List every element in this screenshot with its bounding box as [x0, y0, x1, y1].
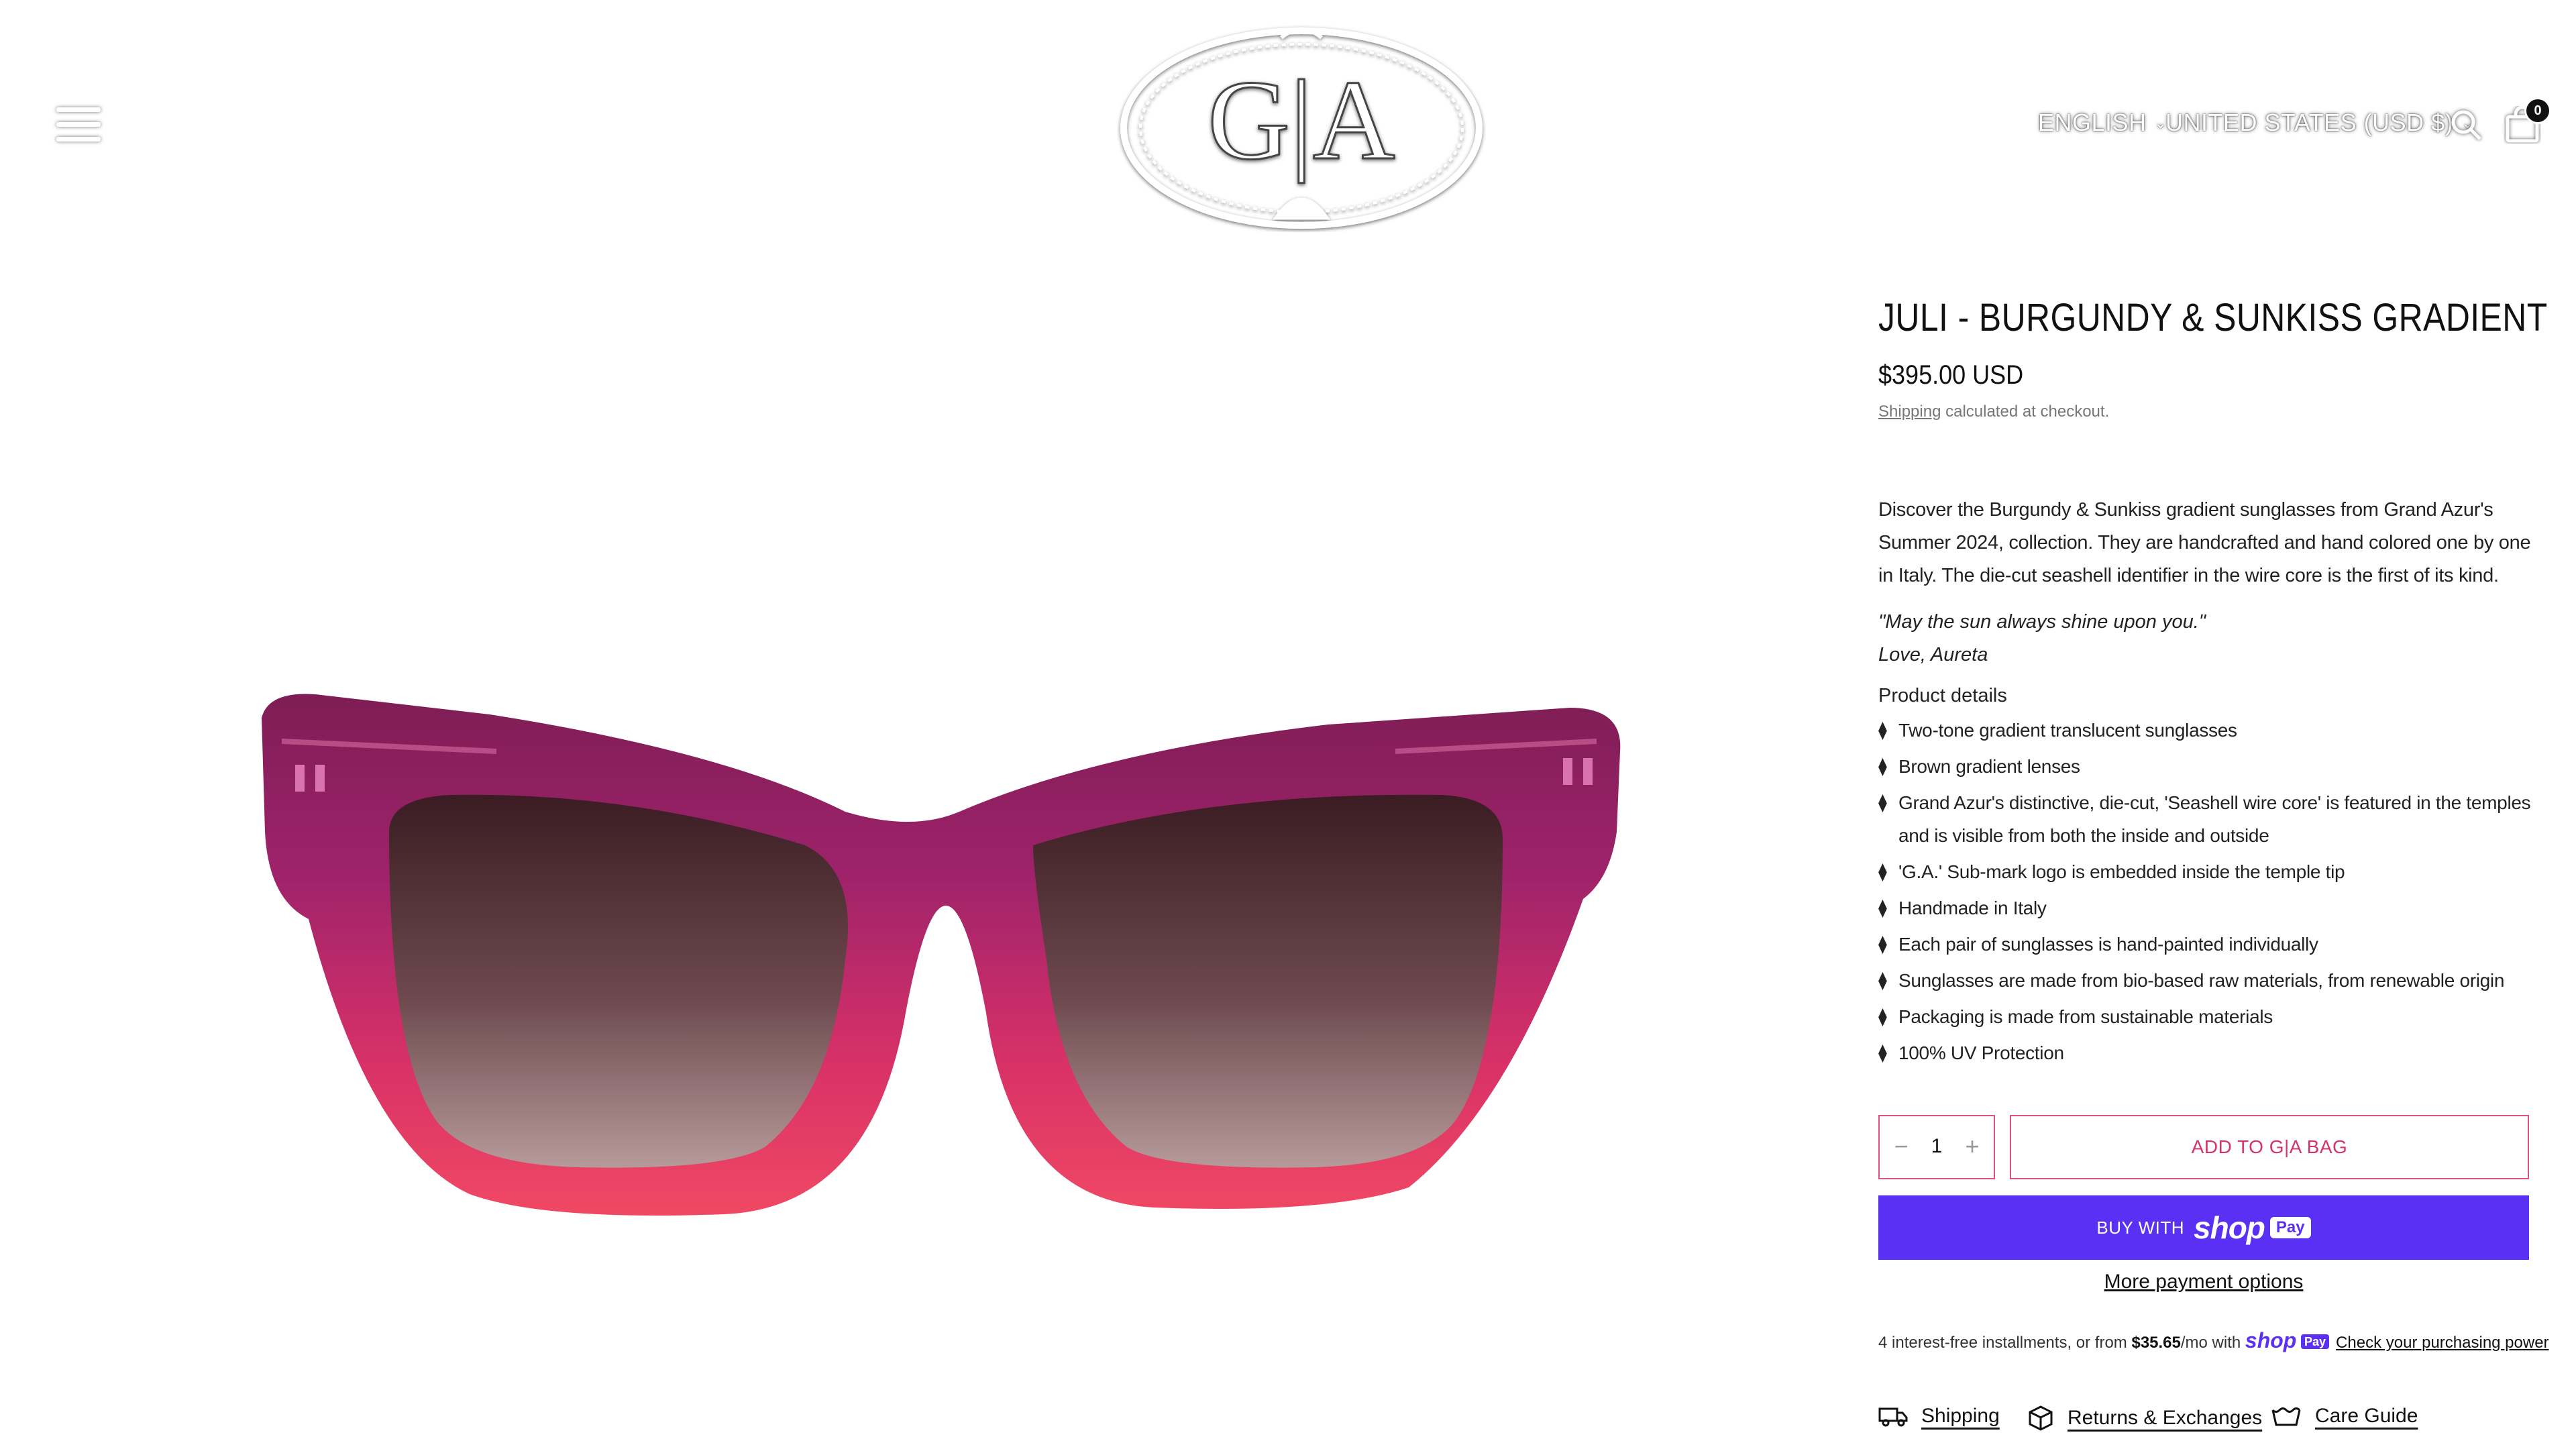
details-item: ⧫ Handmade in Italy	[1878, 892, 2536, 924]
more-payment-options: More payment options	[1878, 1271, 2529, 1293]
diamond-bullet-icon: ⧫	[1878, 792, 1887, 812]
details-item-text: 'G.A.' Sub-mark logo is embedded inside …	[1898, 861, 2345, 882]
details-item-text: Two-tone gradient translucent sunglasses	[1898, 720, 2237, 741]
product-title: JULI - BURGUNDY & SUNKISS GRADIENT	[1878, 296, 2548, 339]
diamond-bullet-icon: ⧫	[1878, 861, 1887, 881]
details-item: ⧫ Each pair of sunglasses is hand-painted…	[1878, 928, 2536, 961]
search-icon[interactable]	[2449, 107, 2483, 142]
left-lens	[389, 794, 848, 1168]
product-quote: "May the sun always shine upon you."	[1878, 611, 2206, 633]
diamond-bullet-icon: ⧫	[1878, 970, 1887, 990]
details-item: ⧫ Brown gradient lenses	[1878, 750, 2536, 783]
details-item-text: Handmade in Italy	[1898, 898, 2047, 918]
diamond-bullet-icon: ⧫	[1878, 756, 1887, 776]
details-item: ⧫ Two-tone gradient translucent sunglasse…	[1878, 714, 2536, 747]
details-item-text: 100% UV Protection	[1898, 1042, 2064, 1063]
installments-amount: $35.65	[2131, 1334, 2181, 1352]
details-item: ⧫ 'G.A.' Sub-mark logo is embedded inside…	[1878, 855, 2536, 888]
shop-pay-logo: shop	[2245, 1328, 2297, 1352]
installments-prefix: 4 interest-free installments, or from	[1878, 1334, 2132, 1352]
details-item-text: Brown gradient lenses	[1898, 756, 2080, 777]
hamburger-icon[interactable]	[56, 106, 103, 144]
pay-badge: Pay	[2269, 1217, 2311, 1238]
care-guide-link[interactable]: Care Guide	[2271, 1405, 2418, 1428]
language-label: ENGLISH	[2038, 109, 2147, 136]
product-price: $395.00 USD	[1878, 360, 2024, 390]
shipping-link-label: Shipping	[1921, 1405, 2000, 1427]
shipping-note-text: calculated at checkout.	[1941, 402, 2110, 421]
buy-with-label: BUY WITH	[2096, 1217, 2185, 1238]
brand-logo[interactable]: G|A	[1114, 17, 1489, 232]
details-item: ⧫ Grand Azur's distinctive, die-cut, 'Sea…	[1878, 786, 2536, 852]
logo-text: G|A	[1208, 57, 1395, 183]
shop-logo: shop	[2194, 1210, 2265, 1245]
product-image[interactable]	[255, 678, 1637, 1234]
diamond-bullet-icon: ⧫	[1878, 898, 1887, 918]
product-description: Discover the Burgundy & Sunkiss gradient…	[1878, 499, 2531, 586]
installments-suffix: /mo with	[2180, 1334, 2245, 1352]
shop-pay-badge: Pay	[2301, 1334, 2330, 1349]
shipping-info-link[interactable]: Shipping	[1878, 1405, 2000, 1428]
cart-count-badge: 0	[2526, 99, 2549, 122]
right-lens	[1033, 794, 1503, 1168]
quantity-input[interactable]: 1	[1920, 1135, 1953, 1158]
details-item-text: Each pair of sunglasses is hand-painted …	[1898, 934, 2318, 955]
quantity-decrease-button[interactable]: −	[1888, 1132, 1915, 1161]
add-to-bag-button[interactable]: ADD TO G|A BAG	[2010, 1115, 2529, 1179]
country-label: UNITED STATES (USD $)	[2165, 109, 2454, 136]
details-item-text: Packaging is made from sustainable mater…	[1898, 1006, 2273, 1027]
returns-link[interactable]: Returns & Exchanges	[2027, 1405, 2262, 1432]
details-item-text: Grand Azur's distinctive, die-cut, 'Seas…	[1898, 792, 2531, 846]
language-selector[interactable]: ENGLISH ⌄	[2038, 109, 2167, 137]
diamond-bullet-icon: ⧫	[1878, 720, 1887, 740]
product-signoff: Love, Aureta	[1878, 644, 1988, 665]
details-item-text: Sunglasses are made from bio-based raw m…	[1898, 970, 2505, 991]
shipping-link[interactable]: Shipping	[1878, 402, 1941, 421]
check-purchasing-power-link[interactable]: Check your purchasing power	[2336, 1334, 2549, 1352]
truck-icon	[1878, 1407, 1908, 1427]
quantity-stepper[interactable]: − 1 +	[1878, 1115, 1995, 1179]
box-icon	[2029, 1405, 2053, 1431]
details-item: ⧫ Sunglasses are made from bio-based raw …	[1878, 964, 2536, 997]
details-heading: Product details	[1878, 685, 2007, 706]
diamond-bullet-icon: ⧫	[1878, 1006, 1887, 1026]
shipping-note: Shipping calculated at checkout.	[1878, 402, 2536, 421]
buy-with-shop-pay-button[interactable]: BUY WITH shop Pay	[1878, 1195, 2529, 1260]
diamond-bullet-icon: ⧫	[1878, 934, 1887, 954]
product-info: JULI - BURGUNDY & SUNKISS GRADIENT $395.…	[1878, 295, 2548, 1073]
details-list: ⧫ Two-tone gradient translucent sunglasse…	[1878, 714, 2536, 1069]
details-item: ⧫ Packaging is made from sustainable mate…	[1878, 1000, 2536, 1033]
more-payment-options-link[interactable]: More payment options	[2104, 1271, 2304, 1293]
diamond-bullet-icon: ⧫	[1878, 1042, 1887, 1063]
installments-note: 4 interest-free installments, or from $3…	[1878, 1328, 2549, 1353]
care-guide-link-label: Care Guide	[2315, 1405, 2418, 1427]
quantity-increase-button[interactable]: +	[1959, 1132, 1986, 1161]
returns-link-label: Returns & Exchanges	[2068, 1407, 2263, 1429]
country-selector[interactable]: UNITED STATES (USD $) ⌄	[2165, 109, 2474, 137]
wash-icon	[2271, 1407, 2301, 1426]
details-item: ⧫ 100% UV Protection	[1878, 1036, 2536, 1069]
